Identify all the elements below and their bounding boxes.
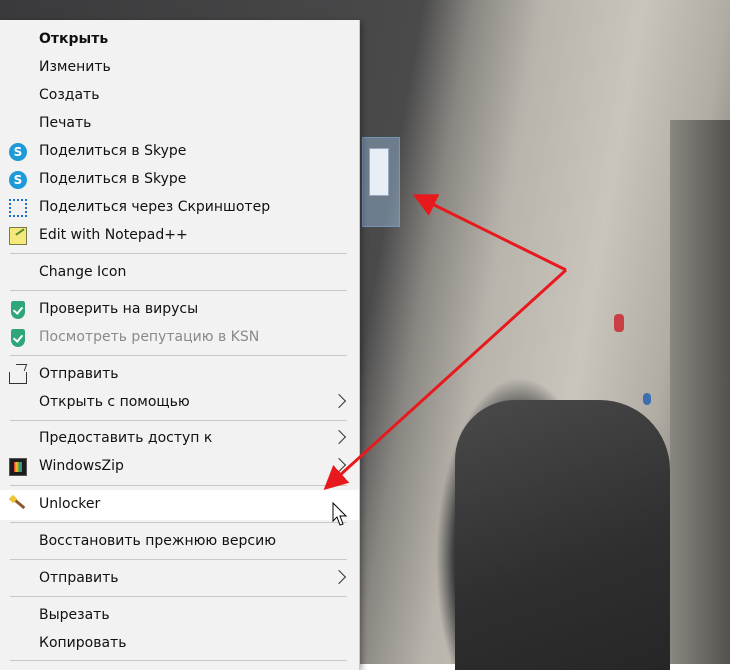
menu-item-share[interactable]: Отправить [0,361,359,389]
menu-item-label: Проверить на вирусы [39,301,199,317]
climber-figure [614,314,624,332]
menu-item-label: Поделиться через Скриншотер [39,199,271,215]
menu-item-send-to[interactable]: Отправить [0,565,359,593]
menu-separator [10,522,347,523]
mouse-cursor-icon [332,502,348,526]
share-icon [9,372,27,384]
menu-item-windowszip[interactable]: WindowsZip [0,453,359,481]
menu-item-share-skype[interactable]: S Поделиться в Skype [0,138,359,166]
notepad-plus-plus-icon [9,227,27,245]
windowszip-icon [9,458,27,476]
context-menu: Открыть Изменить Создать Печать S Подели… [0,20,360,670]
menu-item-label: Change Icon [39,264,127,280]
menu-item-label: WindowsZip [39,458,124,474]
menu-separator [10,559,347,560]
chevron-right-icon [331,457,347,473]
magic-wand-icon [9,495,27,513]
menu-item-print[interactable]: Печать [0,110,359,138]
menu-item-edit-notepad[interactable]: Edit with Notepad++ [0,222,359,250]
menu-item-open-with[interactable]: Открыть с помощью [0,389,359,417]
menu-item-label: Создать [39,87,100,103]
menu-item-copy[interactable]: Копировать [0,630,359,658]
menu-item-label: Отправить [39,570,119,586]
menu-item-label: Unlocker [39,496,101,512]
menu-item-label: Вырезать [39,607,110,623]
menu-separator [10,290,347,291]
menu-item-give-access[interactable]: Предоставить доступ к [0,425,359,453]
menu-item-label: Предоставить доступ к [39,430,213,446]
menu-item-unlocker[interactable]: Unlocker [0,490,359,520]
menu-item-ksn-reputation[interactable]: Посмотреть репутацию в KSN [0,324,359,352]
file-icon [369,148,389,196]
menu-item-label: Копировать [39,635,127,651]
menu-separator [10,253,347,254]
menu-item-label: Печать [39,115,92,131]
menu-item-label: Открыть [39,31,109,47]
menu-item-label: Отправить [39,366,119,382]
menu-item-label: Edit with Notepad++ [39,227,188,243]
menu-item-label: Поделиться в Skype [39,171,187,187]
rock-formation [670,120,730,664]
menu-item-new[interactable]: Создать [0,82,359,110]
menu-separator [10,660,347,661]
menu-separator [10,355,347,356]
kaspersky-shield-icon [11,301,25,319]
rock-formation [455,400,670,670]
chevron-right-icon [331,569,347,585]
menu-item-change-icon[interactable]: Change Icon [0,259,359,287]
menu-separator [10,420,347,421]
chevron-right-icon [331,393,347,409]
menu-item-label: Открыть с помощью [39,394,190,410]
selected-desktop-file-icon[interactable] [362,137,400,227]
menu-item-scan-viruses[interactable]: Проверить на вирусы [0,296,359,324]
menu-item-label: Посмотреть репутацию в KSN [39,329,260,345]
menu-item-cut[interactable]: Вырезать [0,602,359,630]
menu-item-label: Поделиться в Skype [39,143,187,159]
menu-item-open[interactable]: Открыть [0,26,359,54]
chevron-right-icon [331,429,347,445]
menu-item-share-skype[interactable]: S Поделиться в Skype [0,166,359,194]
menu-item-label: Изменить [39,59,111,75]
menu-item-share-screenshoter[interactable]: Поделиться через Скриншотер [0,194,359,222]
skype-icon: S [9,143,27,161]
menu-item-restore-version[interactable]: Восстановить прежнюю версию [0,528,359,556]
skype-icon: S [9,171,27,189]
screenshot-icon [9,199,27,217]
menu-item-label: Восстановить прежнюю версию [39,533,276,549]
menu-item-edit[interactable]: Изменить [0,54,359,82]
climber-figure [643,393,651,405]
menu-separator [10,596,347,597]
menu-separator [10,485,347,486]
kaspersky-shield-icon [11,329,25,347]
